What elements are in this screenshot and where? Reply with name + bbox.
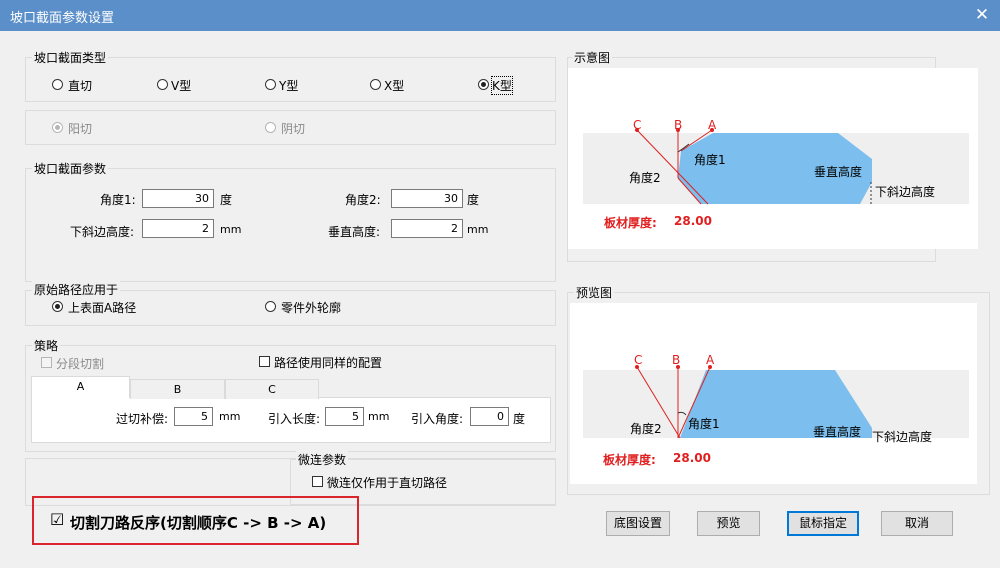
reverse-label[interactable]: 切割刀路反序(切割顺序C -> B -> A) [70,512,326,533]
radio-x[interactable] [370,79,381,90]
radio-yin-label[interactable]: 阴切 [281,120,305,137]
reverse-checkbox[interactable]: ☑ [50,510,64,530]
section-type-label: 坡口截面类型 [32,49,109,66]
window-title: 坡口截面参数设置 [10,11,115,26]
radio-yin[interactable] [265,122,276,133]
radio-x-label[interactable]: X型 [384,77,404,94]
overcut-label: 过切补偿: [116,412,169,426]
params-label: 坡口截面参数 [32,160,109,177]
radio-top-surface[interactable] [52,301,63,312]
preview-letter-b: B [672,353,681,367]
segment-cut-checkbox[interactable] [41,357,52,368]
radio-y[interactable] [265,79,276,90]
radio-k[interactable] [478,79,489,90]
angle2-input[interactable]: 30 [391,189,463,208]
leadin-len-label: 引入长度: [268,412,321,426]
angle2-label: 角度2: [345,193,381,207]
schematic-thickness-label: 板材厚度: [604,216,657,230]
segment-cut-label[interactable]: 分段切割 [56,355,104,372]
radio-top-surface-label[interactable]: 上表面A路径 [68,299,136,316]
angle1-unit: 度 [220,193,233,207]
same-config-checkbox[interactable] [259,356,270,367]
schematic-angle2: 角度2 [629,171,661,185]
radio-straight[interactable] [52,79,63,90]
tab-a[interactable]: A [31,376,130,398]
leadin-len-input[interactable]: 5 [325,407,364,426]
mouse-specify-button[interactable]: 鼠标指定 [787,511,859,536]
vertical-height-label: 垂直高度: [328,225,381,239]
leadin-angle-input[interactable]: 0 [470,407,509,426]
preview-vertical-height: 垂直高度 [813,425,862,439]
radio-outer-contour-label[interactable]: 零件外轮廓 [281,299,341,316]
schematic-thickness-value: 28.00 [674,214,712,228]
preview-thickness-value: 28.00 [673,451,711,465]
radio-v-label[interactable]: V型 [171,77,191,94]
radio-y-label[interactable]: Y型 [279,77,298,94]
radio-outer-contour[interactable] [265,301,276,312]
preview-letter-c: C [634,353,643,367]
preview-label: 预览图 [574,284,615,301]
close-icon[interactable]: ✕ [964,0,1000,31]
schematic-letter-b: B [674,118,683,132]
leadin-angle-label: 引入角度: [411,412,464,426]
schematic-label: 示意图 [572,49,613,66]
schematic-angle1: 角度1 [694,153,726,167]
radio-v[interactable] [157,79,168,90]
radio-yang[interactable] [52,122,63,133]
tab-b[interactable]: B [130,379,225,399]
same-config-label[interactable]: 路径使用同样的配置 [274,354,382,371]
micro-label: 微连参数 [296,451,349,468]
vertical-height-unit: mm [467,223,489,236]
preview-angle2: 角度2 [630,422,662,436]
vertical-height-input[interactable]: 2 [391,219,463,238]
overcut-input[interactable]: 5 [174,407,213,426]
strategy-label: 策略 [32,337,61,354]
micro-only-straight-label[interactable]: 微连仅作用于直切路径 [327,474,447,491]
schematic-vertical-height: 垂直高度 [814,165,863,179]
schematic-letter-c: C [633,118,642,132]
bevel-height-label: 下斜边高度: [70,225,135,239]
preview-button[interactable]: 预览 [697,511,760,536]
schematic-letter-a: A [708,118,717,132]
angle1-input[interactable]: 30 [142,189,214,208]
path-apply-label: 原始路径应用于 [32,281,121,298]
leadin-len-unit: mm [368,410,390,423]
preview-letter-a: A [706,353,715,367]
angle1-label: 角度1: [100,193,136,207]
bevel-height-input[interactable]: 2 [142,219,214,238]
bevel-height-unit: mm [220,223,242,236]
preview-angle1: 角度1 [688,417,720,431]
cancel-button[interactable]: 取消 [881,511,953,536]
title-bar [0,0,1000,31]
radio-k-label[interactable]: K型 [491,76,513,95]
angle2-unit: 度 [467,193,480,207]
preview-bevel-height: 下斜边高度 [872,430,933,444]
tab-c[interactable]: C [225,379,319,399]
leadin-angle-unit: 度 [513,412,526,426]
overcut-unit: mm [219,410,241,423]
preview-thickness-label: 板材厚度: [603,453,656,467]
base-settings-button[interactable]: 底图设置 [606,511,670,536]
micro-only-straight-checkbox[interactable] [312,476,323,487]
radio-straight-label[interactable]: 直切 [68,77,92,94]
radio-yang-label[interactable]: 阳切 [68,120,92,137]
schematic-bevel-height: 下斜边高度 [875,185,936,199]
